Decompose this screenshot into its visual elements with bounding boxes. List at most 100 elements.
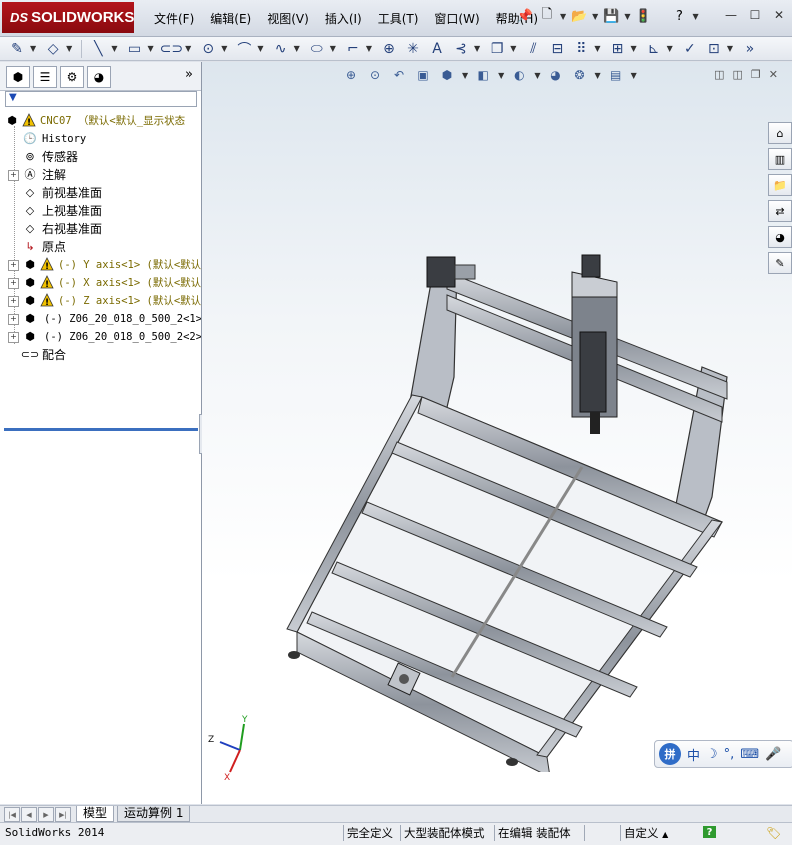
property-manager-tab-icon[interactable]: ☰ bbox=[33, 66, 57, 88]
sketch-dropdown-icon[interactable]: ▼ bbox=[30, 44, 36, 53]
expand-icon[interactable]: + bbox=[8, 278, 19, 289]
sketch-icon[interactable]: ✎ bbox=[6, 39, 28, 59]
hide-show-items-icon[interactable]: ◐ bbox=[510, 66, 528, 84]
text-icon[interactable]: A bbox=[426, 39, 448, 59]
point-icon[interactable]: ⊕ bbox=[378, 39, 400, 59]
tree-item-sensors[interactable]: ⊚ 传感器 bbox=[0, 148, 201, 166]
doc-restore-right-icon[interactable]: ◫ bbox=[733, 68, 743, 81]
help-question-icon[interactable]: ? bbox=[670, 7, 688, 25]
expand-icon[interactable]: + bbox=[8, 314, 19, 325]
hide-show-dropdown-icon[interactable]: ▼ bbox=[534, 71, 540, 80]
ime-keyboard-icon[interactable]: ⌨ bbox=[740, 747, 759, 762]
expand-icon[interactable]: + bbox=[8, 260, 19, 271]
design-library-icon[interactable]: ▥ bbox=[768, 148, 792, 170]
status-tag-icon[interactable]: 🏷 bbox=[766, 826, 781, 840]
tree-item-z-axis[interactable]: + ⬢ ! (-) Z axis<1> (默认<默认 bbox=[0, 292, 201, 310]
rectangle-icon[interactable]: ▭ bbox=[123, 39, 145, 59]
tree-item-annotations[interactable]: + Ⓐ 注解 bbox=[0, 166, 201, 184]
section-view-icon[interactable]: ▣ bbox=[414, 66, 432, 84]
more-tabs-icon[interactable]: » bbox=[185, 67, 193, 82]
open-dropdown-icon[interactable]: ▼ bbox=[592, 12, 598, 21]
save-icon[interactable]: 💾 bbox=[602, 7, 620, 25]
custom-properties-icon[interactable]: ✎ bbox=[768, 252, 792, 274]
smart-dimension-icon[interactable]: ◇ bbox=[42, 39, 64, 59]
apply-scene-icon[interactable]: ❂ bbox=[570, 66, 588, 84]
menu-file[interactable]: 文件(F) bbox=[146, 10, 202, 27]
view-settings-dropdown-icon[interactable]: ▼ bbox=[631, 71, 637, 80]
orientation-dropdown-icon[interactable]: ▼ bbox=[462, 71, 468, 80]
offset-icon[interactable]: ⫽ bbox=[522, 39, 544, 59]
new-dropdown-icon[interactable]: ▼ bbox=[560, 12, 566, 21]
tree-item-history[interactable]: 🕒 History bbox=[0, 130, 201, 148]
menu-tools[interactable]: 工具(T) bbox=[370, 10, 427, 27]
rollback-bar[interactable] bbox=[4, 428, 198, 431]
tree-item-front-plane[interactable]: ◇ 前视基准面 bbox=[0, 184, 201, 202]
centerline-icon[interactable]: ✳ bbox=[402, 39, 424, 59]
display-manager-tab-icon[interactable]: ◕ bbox=[87, 66, 111, 88]
menu-window[interactable]: 窗口(W) bbox=[426, 10, 487, 27]
view-orientation-icon[interactable]: ⬢ bbox=[438, 66, 456, 84]
tab-model[interactable]: 模型 bbox=[76, 806, 115, 822]
cnc-machine-model[interactable] bbox=[282, 237, 762, 772]
circle-icon[interactable]: ⊙ bbox=[197, 39, 219, 59]
feature-manager-tab-icon[interactable]: ⬢ bbox=[6, 66, 30, 88]
expand-icon[interactable]: + bbox=[8, 332, 19, 343]
tree-root-assembly[interactable]: ⬢ ! CNC07 （默认<默认_显示状态 bbox=[0, 112, 201, 130]
tree-item-z06-2[interactable]: + ⬢ (-) Z06_20_018_0_500_2<2> bbox=[0, 328, 201, 346]
ime-mode[interactable]: 中 bbox=[687, 745, 700, 764]
tree-item-x-axis[interactable]: + ⬢ ! (-) X axis<1> (默认<默认 bbox=[0, 274, 201, 292]
linear-pattern-icon[interactable]: ⠿ bbox=[570, 39, 592, 59]
close-icon[interactable]: ✕ bbox=[770, 6, 788, 24]
line-dropdown-icon[interactable]: ▼ bbox=[111, 44, 117, 53]
slot-dropdown-icon[interactable]: ▼ bbox=[185, 44, 191, 53]
expand-icon[interactable]: + bbox=[8, 170, 19, 181]
edit-appearance-icon[interactable]: ◕ bbox=[546, 66, 564, 84]
tree-item-z06-1[interactable]: + ⬢ (-) Z06_20_018_0_500_2<1> bbox=[0, 310, 201, 328]
fillet-dropdown-icon[interactable]: ▼ bbox=[366, 44, 372, 53]
move-entities-icon[interactable]: ⊞ bbox=[607, 39, 629, 59]
help-dropdown-icon[interactable]: ▼ bbox=[692, 12, 698, 21]
save-dropdown-icon[interactable]: ▼ bbox=[624, 12, 630, 21]
minimize-icon[interactable]: — bbox=[722, 6, 740, 24]
zoom-to-fit-icon[interactable]: ⊕ bbox=[342, 66, 360, 84]
repair-sketch-icon[interactable]: ✓ bbox=[679, 39, 701, 59]
new-document-icon[interactable]: 🗋 bbox=[538, 7, 556, 25]
mirror-icon[interactable]: ⊟ bbox=[546, 39, 568, 59]
slot-icon[interactable]: ⊂⊃ bbox=[160, 39, 183, 59]
solidworks-logo[interactable]: DS SOLIDWORKS bbox=[2, 2, 134, 33]
relations-dropdown-icon[interactable]: ▼ bbox=[667, 44, 673, 53]
view-settings-icon[interactable]: ▤ bbox=[607, 66, 625, 84]
trim-icon[interactable]: ⊰ bbox=[450, 39, 472, 59]
ime-punctuation-icon[interactable]: °, bbox=[724, 747, 735, 762]
circle-dropdown-icon[interactable]: ▼ bbox=[221, 44, 227, 53]
tab-motion-study[interactable]: 运动算例 1 bbox=[117, 806, 191, 822]
menu-view[interactable]: 视图(V) bbox=[259, 10, 317, 27]
convert-entities-icon[interactable]: ❐ bbox=[486, 39, 508, 59]
spline-icon[interactable]: ∿ bbox=[270, 39, 292, 59]
maximize-icon[interactable]: ☐ bbox=[746, 6, 764, 24]
tab-next-icon[interactable]: ▶ bbox=[38, 807, 54, 822]
ime-moon-icon[interactable]: ☽ bbox=[706, 747, 718, 762]
quick-snaps-icon[interactable]: ⊡ bbox=[703, 39, 725, 59]
convert-dropdown-icon[interactable]: ▼ bbox=[510, 44, 516, 53]
tree-item-origin[interactable]: ↳ 原点 bbox=[0, 238, 201, 256]
status-units[interactable]: 自定义 ▲ bbox=[620, 825, 671, 841]
pin-icon[interactable]: 📌 bbox=[516, 7, 534, 25]
rebuild-traffic-light-icon[interactable]: 🚦 bbox=[634, 7, 652, 25]
display-relations-icon[interactable]: ⊾ bbox=[643, 39, 665, 59]
tree-item-mates[interactable]: ⊂⊃ 配合 bbox=[0, 346, 201, 364]
configuration-manager-tab-icon[interactable]: ⚙ bbox=[60, 66, 84, 88]
menu-edit[interactable]: 编辑(E) bbox=[202, 10, 259, 27]
menu-insert[interactable]: 插入(I) bbox=[317, 10, 370, 27]
ime-toolbar[interactable]: 拼 中 ☽ °, ⌨ 🎤 bbox=[654, 740, 792, 768]
display-style-dropdown-icon[interactable]: ▼ bbox=[498, 71, 504, 80]
scene-dropdown-icon[interactable]: ▼ bbox=[594, 71, 600, 80]
appearances-scenes-icon[interactable]: ◕ bbox=[768, 226, 792, 248]
trim-dropdown-icon[interactable]: ▼ bbox=[474, 44, 480, 53]
open-folder-icon[interactable]: 📂 bbox=[570, 7, 588, 25]
spline-dropdown-icon[interactable]: ▼ bbox=[294, 44, 300, 53]
doc-restore-left-icon[interactable]: ◫ bbox=[714, 68, 724, 81]
ellipse-icon[interactable]: ⬭ bbox=[306, 39, 328, 59]
tab-last-icon[interactable]: ▶| bbox=[55, 807, 71, 822]
expand-icon[interactable]: + bbox=[8, 296, 19, 307]
